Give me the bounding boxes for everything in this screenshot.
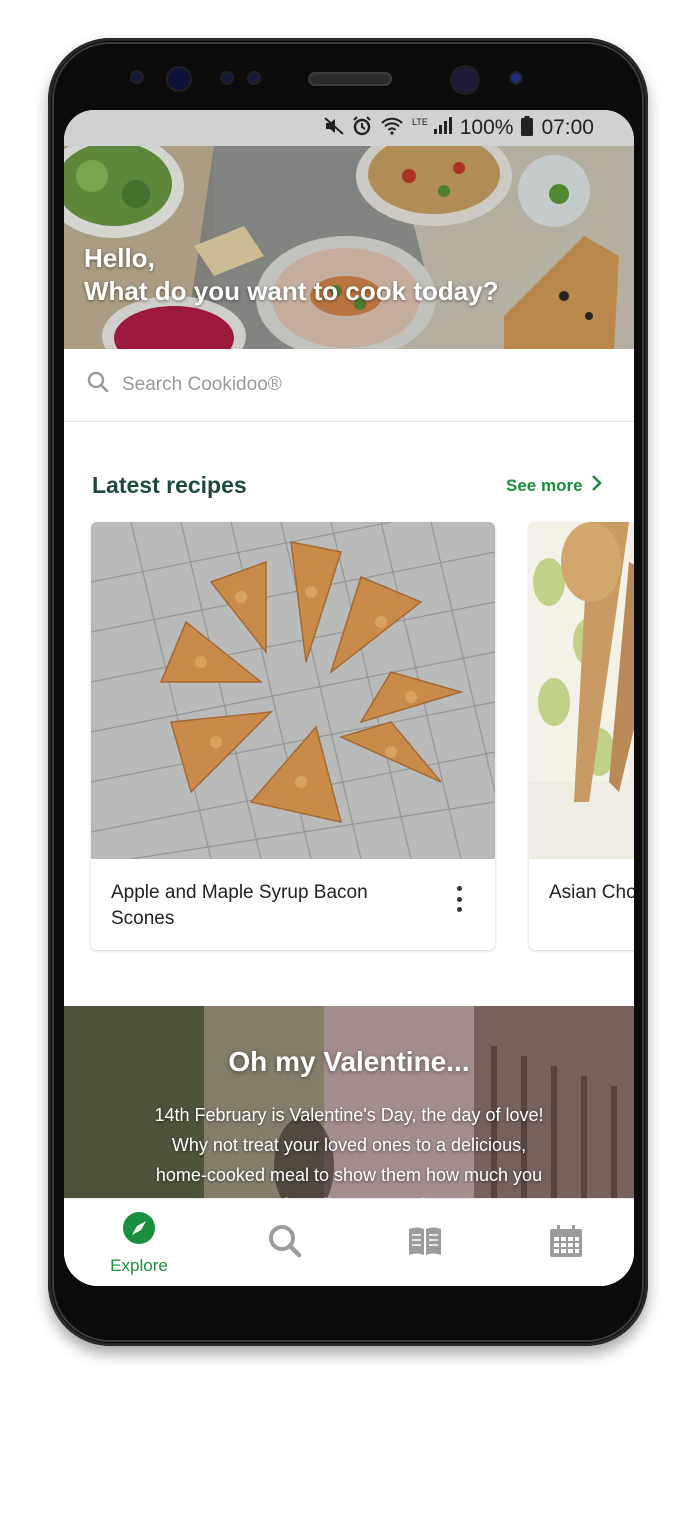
- hero-greeting: Hello, What do you want to cook today?: [84, 242, 499, 308]
- valentine-banner[interactable]: Oh my Valentine... 14th February is Vale…: [64, 1006, 634, 1206]
- earpiece-speaker: [308, 72, 392, 86]
- see-more-link[interactable]: See more: [506, 474, 603, 497]
- compass-icon: [122, 1211, 156, 1250]
- search-icon: [86, 370, 110, 400]
- tab-explore[interactable]: Explore: [89, 1199, 189, 1286]
- search-bar[interactable]: Search Cookidoo®: [64, 349, 634, 422]
- recipe-image: [529, 522, 634, 859]
- banner-title: Oh my Valentine...: [228, 1046, 470, 1077]
- calendar-icon: [549, 1224, 583, 1263]
- tab-planner[interactable]: [516, 1199, 616, 1286]
- mute-icon: [324, 116, 344, 140]
- clock: 07:00: [541, 116, 594, 139]
- tab-search[interactable]: [235, 1199, 335, 1286]
- recipe-card[interactable]: Apple and Maple Syrup Bacon Scones: [91, 522, 495, 950]
- battery-percent: 100%: [459, 116, 514, 139]
- banner-text: 14th February is Valentine's Day, the da…: [154, 1105, 544, 1206]
- recipe-card-title: Apple and Maple Syrup Bacon Scones: [111, 882, 368, 929]
- greeting-line-2: What do you want to cook today?: [84, 276, 499, 306]
- latest-recipes-title: Latest recipes: [92, 472, 247, 498]
- front-camera: [168, 68, 190, 90]
- book-icon: [407, 1225, 443, 1262]
- iris-camera: [452, 67, 478, 93]
- status-bar: LTE 100% 07:00: [64, 110, 634, 146]
- sensor-dot: [222, 73, 232, 83]
- wifi-icon: [380, 117, 404, 140]
- sensor-dot: [249, 73, 259, 83]
- more-options-icon[interactable]: [449, 884, 469, 914]
- search-field[interactable]: Search Cookidoo®: [86, 370, 282, 400]
- search-placeholder: Search Cookidoo®: [122, 374, 282, 395]
- app-screen: LTE 100% 07:00 Hello, What do you want t…: [64, 110, 634, 1286]
- recipe-card[interactable]: Asian Cho: [529, 522, 634, 950]
- hero-banner: Hello, What do you want to cook today?: [64, 146, 634, 349]
- search-icon: [267, 1223, 303, 1264]
- see-more-label: See more: [506, 475, 583, 495]
- tab-collections[interactable]: [375, 1199, 475, 1286]
- alarm-icon: [352, 115, 372, 141]
- bottom-navigation: Explore: [64, 1198, 634, 1286]
- tab-label: Explore: [110, 1255, 168, 1275]
- lte-signal-icon: LTE: [412, 116, 452, 141]
- chevron-right-icon: [591, 474, 603, 497]
- greeting-line-1: Hello,: [84, 243, 155, 273]
- sensor-dot: [511, 73, 521, 83]
- sensor-dot: [132, 72, 142, 82]
- recipe-card-title: Asian Cho: [549, 882, 634, 903]
- svg-text:LTE: LTE: [412, 117, 428, 127]
- recipe-image: [91, 522, 495, 859]
- battery-icon: [521, 115, 534, 141]
